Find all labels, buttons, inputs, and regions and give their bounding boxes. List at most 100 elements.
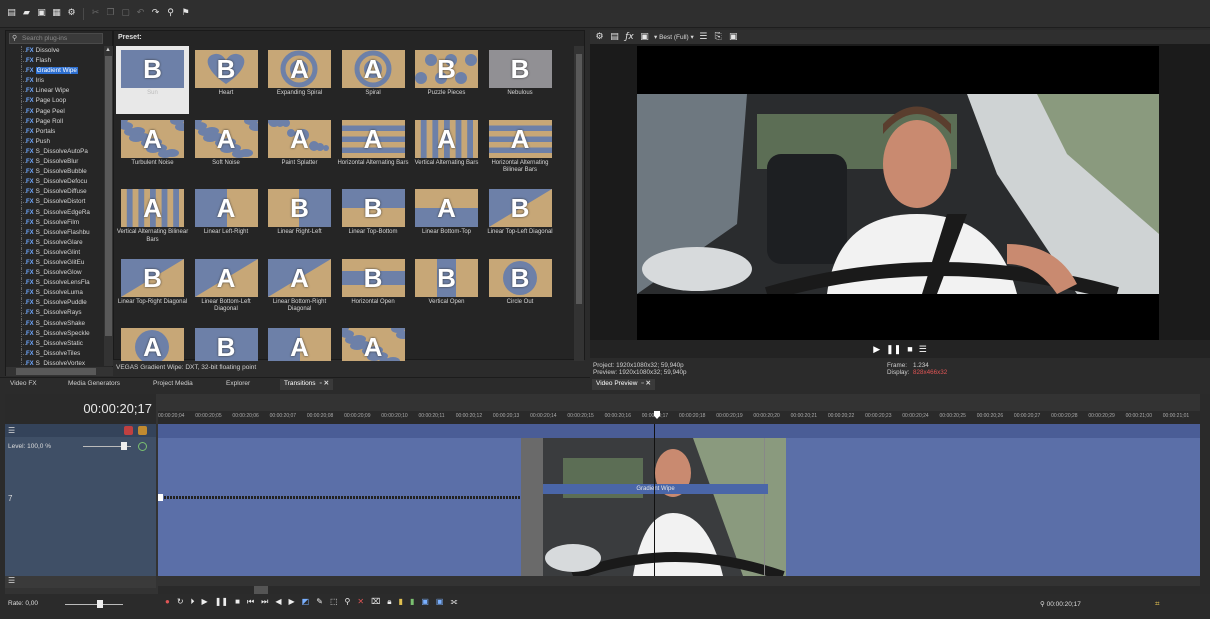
tree-item[interactable]: FX S_DissolveLuma bbox=[6, 288, 104, 299]
track-menu-icon[interactable]: ☰ bbox=[8, 426, 15, 435]
go-to-start-icon[interactable]: ⏮ bbox=[247, 597, 254, 607]
tab-explorer[interactable]: Explorer bbox=[222, 379, 254, 390]
tree-item[interactable]: FX S_DissolveFilm bbox=[6, 217, 104, 228]
rate-slider[interactable] bbox=[65, 604, 123, 605]
play-icon[interactable]: ▶ bbox=[873, 344, 880, 355]
tree-item[interactable]: FX S_DissolveRays bbox=[6, 308, 104, 319]
tree-item[interactable]: FX S_DissolveEdgeRa bbox=[6, 207, 104, 218]
video-track-header[interactable]: ☰ Level: 100,0 % 7 bbox=[5, 424, 156, 576]
preset-item[interactable]: A Spiral bbox=[337, 46, 410, 114]
preview-quality-dropdown[interactable]: ▾ Best (Full) ▾ bbox=[654, 33, 694, 41]
preset-item[interactable]: A bbox=[263, 324, 336, 361]
tree-item[interactable]: FX S_DissolveAutoPa bbox=[6, 146, 104, 158]
stop-icon[interactable]: ■ bbox=[235, 597, 240, 607]
tree-item[interactable]: FX S_DissolveDistort bbox=[6, 197, 104, 208]
zoom-tool-icon[interactable]: ⚲ bbox=[345, 597, 351, 607]
go-to-end-icon[interactable]: ⏭ bbox=[261, 597, 268, 607]
lock-icon[interactable]: 🔒︎ bbox=[387, 597, 391, 607]
marker-icon[interactable]: ▮ bbox=[399, 597, 403, 607]
previous-frame-icon[interactable]: ◀ bbox=[275, 597, 281, 607]
timeline-vertical-scrollbar[interactable] bbox=[1200, 394, 1210, 594]
scroll-up-icon[interactable]: ▲ bbox=[105, 47, 111, 53]
undo-icon[interactable]: ↶ bbox=[135, 8, 146, 19]
preset-item[interactable]: A Soft Noise bbox=[190, 116, 263, 184]
preset-scrollbar[interactable] bbox=[574, 46, 584, 361]
pause-icon[interactable]: ❚❚ bbox=[886, 344, 901, 355]
preset-item[interactable]: B Linear Top-Left Diagonal bbox=[484, 185, 557, 253]
next-frame-icon[interactable]: ▶ bbox=[289, 597, 295, 607]
envelope-tool-icon[interactable]: ✎ bbox=[316, 597, 323, 607]
tree-item[interactable]: FX S_DissolveLensFla bbox=[6, 278, 104, 289]
tree-item[interactable]: FX Iris bbox=[6, 76, 104, 87]
preset-item[interactable]: A Paint Splatter bbox=[263, 116, 336, 184]
copy-snapshot-icon[interactable]: ⎘ bbox=[713, 32, 724, 43]
tree-item[interactable]: FX Dissolve bbox=[6, 46, 104, 57]
new-icon[interactable]: ▤ bbox=[6, 8, 17, 19]
copy-icon[interactable]: ❐ bbox=[105, 8, 116, 19]
preset-item[interactable]: B Puzzle Pieces bbox=[410, 46, 483, 114]
tree-item[interactable]: FX S_DissolveGlare bbox=[6, 237, 104, 248]
preset-item[interactable]: B Circle Out bbox=[484, 255, 557, 323]
rate-slider-thumb[interactable] bbox=[97, 600, 103, 608]
preset-item[interactable]: A Expanding Spiral bbox=[263, 46, 336, 114]
video-clip[interactable] bbox=[543, 438, 786, 576]
scroll-thumb[interactable] bbox=[576, 54, 582, 304]
save-icon[interactable]: ▣ bbox=[36, 8, 47, 19]
timeline-horizontal-scrollbar[interactable] bbox=[158, 586, 1200, 594]
scroll-thumb[interactable] bbox=[105, 56, 112, 336]
play-from-start-icon[interactable]: ⏵ bbox=[191, 597, 195, 607]
preset-item[interactable]: B Linear Top-Right Diagonal bbox=[116, 255, 189, 323]
video-track-lane[interactable]: Gradient Wipe bbox=[158, 424, 1200, 576]
settings-icon[interactable]: ⚙ bbox=[66, 8, 77, 19]
transition-label[interactable]: Gradient Wipe bbox=[543, 484, 768, 494]
snap-icon[interactable]: ⚲ bbox=[165, 8, 176, 19]
region-icon[interactable]: ▮ bbox=[410, 597, 414, 607]
tree-item[interactable]: FX S_DissolveStatic bbox=[6, 338, 104, 349]
tree-item[interactable]: FX S_DissolveDiffuse bbox=[6, 187, 104, 198]
split-screen-icon[interactable]: ▤ bbox=[609, 32, 620, 43]
record-icon[interactable]: ● bbox=[165, 597, 170, 607]
play-icon[interactable]: ▶ bbox=[202, 597, 208, 607]
tree-item[interactable]: FX S_DissolveVortex bbox=[6, 358, 104, 366]
tree-item[interactable]: FX Page Loop bbox=[6, 96, 104, 107]
tab-transitions[interactable]: Transitions ▫ ✕ bbox=[280, 379, 334, 390]
preset-item[interactable]: A Linear Bottom-Left Diagonal bbox=[190, 255, 263, 323]
playhead-line[interactable] bbox=[654, 424, 655, 576]
selection-tool-icon[interactable]: ⬚ bbox=[330, 597, 338, 607]
preset-item[interactable]: B Horizontal Open bbox=[337, 255, 410, 323]
clip-handle[interactable] bbox=[158, 494, 163, 501]
tab-video-fx[interactable]: Video FX bbox=[6, 379, 41, 390]
preset-item[interactable]: A Linear Bottom-Right Diagonal bbox=[263, 255, 336, 323]
overlays-icon[interactable]: ☰ bbox=[698, 32, 709, 43]
search-input[interactable]: ⚲ Search plug-ins bbox=[9, 33, 103, 44]
paste-icon[interactable]: ▢ bbox=[120, 8, 131, 19]
track-menu-icon[interactable]: ☰ bbox=[8, 576, 15, 585]
preset-item[interactable]: A Vertical Alternating Bars bbox=[410, 116, 483, 184]
tree-item[interactable]: FX S_DissolveGlow bbox=[6, 268, 104, 279]
normal-edit-tool-icon[interactable]: ◩ bbox=[302, 597, 310, 607]
autoripple-icon[interactable]: ⚑ bbox=[180, 8, 191, 19]
tree-item[interactable]: FX S_DissolveSpeckle bbox=[6, 328, 104, 339]
preset-item[interactable]: B Sun bbox=[116, 46, 189, 114]
scroll-thumb[interactable] bbox=[16, 368, 96, 375]
timeline-corner-icon[interactable]: ⌗ bbox=[1155, 599, 1160, 609]
level-slider-thumb[interactable] bbox=[121, 442, 127, 450]
close-icon[interactable]: ▫ ✕ bbox=[320, 380, 330, 387]
preset-item[interactable]: A Horizontal Alternating Bilinear Bars bbox=[484, 116, 557, 184]
tree-item[interactable]: FX S_DissolveGlint bbox=[6, 247, 104, 259]
tab-video-preview[interactable]: Video Preview ▫ ✕ bbox=[592, 379, 655, 390]
tree-item[interactable]: FX Portals bbox=[6, 126, 104, 137]
snap-icon[interactable]: ▣ bbox=[421, 597, 429, 607]
auto-crossfade-icon[interactable]: ⟗ bbox=[450, 597, 457, 607]
tree-item[interactable]: FX Page Peel bbox=[6, 106, 104, 117]
tree-item[interactable]: FX S_DissolveTiles bbox=[6, 348, 104, 360]
preset-item[interactable]: B Heart bbox=[190, 46, 263, 114]
close-icon[interactable]: ▫ ✕ bbox=[641, 380, 651, 387]
scroll-thumb[interactable] bbox=[254, 586, 268, 594]
preset-item[interactable]: A Horizontal Alternating Bars bbox=[337, 116, 410, 184]
tree-item[interactable]: FX S_DissolveBlur bbox=[6, 157, 104, 168]
gear-icon[interactable]: ⚙ bbox=[594, 32, 605, 43]
preset-item[interactable]: A Vertical Alternating Bilinear Bars bbox=[116, 185, 189, 253]
preset-item[interactable]: B bbox=[190, 324, 263, 361]
autoripple-icon[interactable]: ▣ bbox=[436, 597, 444, 607]
